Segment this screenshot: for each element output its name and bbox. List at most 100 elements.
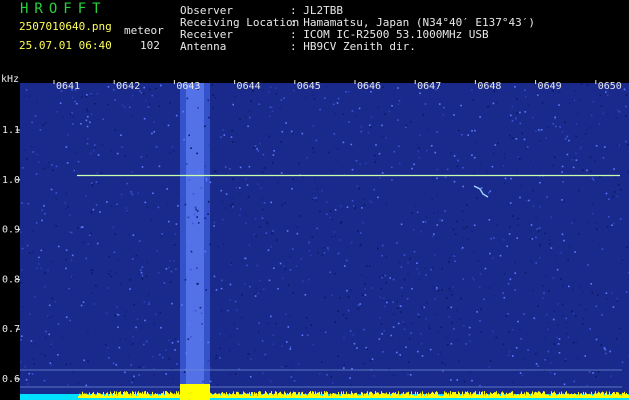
noise-speck	[85, 96, 88, 98]
noise-speck	[163, 282, 166, 284]
noise-speck	[462, 278, 465, 280]
noise-speck	[617, 184, 620, 186]
noise-speck	[578, 99, 581, 102]
noise-speck	[89, 152, 92, 155]
noise-speck	[220, 310, 223, 312]
noise-speck	[90, 182, 93, 184]
noise-speck	[621, 361, 624, 364]
level-bar-tick	[563, 393, 564, 398]
noise-speck	[296, 226, 298, 228]
level-bar-tick	[288, 394, 289, 398]
noise-speck	[205, 179, 208, 182]
noise-speck	[454, 260, 456, 262]
noise-speck	[371, 358, 374, 360]
noise-speck	[625, 94, 628, 96]
level-bar-tick	[252, 392, 253, 398]
noise-speck	[138, 366, 141, 368]
level-bar-tick	[322, 395, 323, 398]
noise-speck	[305, 97, 307, 99]
noise-speck	[463, 227, 465, 229]
noise-speck	[150, 219, 152, 221]
noise-speck	[337, 310, 339, 313]
noise-speck	[57, 323, 60, 325]
noise-speck	[138, 374, 140, 376]
noise-speck	[298, 162, 301, 165]
noise-speck	[360, 274, 363, 276]
noise-speck	[391, 107, 393, 110]
noise-speck	[170, 270, 173, 273]
noise-speck	[155, 87, 157, 90]
level-bar-tick	[376, 392, 377, 398]
noise-speck	[568, 245, 571, 247]
level-bar-tick	[402, 393, 403, 398]
noise-speck	[136, 318, 139, 320]
level-bar-tick	[421, 395, 422, 398]
noise-speck	[556, 336, 558, 339]
noise-speck	[152, 356, 154, 358]
level-bar-tick	[409, 395, 410, 398]
level-bar-burst	[180, 384, 210, 400]
noise-speck	[595, 338, 598, 341]
noise-speck	[525, 200, 528, 202]
noise-speck	[515, 347, 518, 349]
noise-speck	[292, 178, 294, 181]
noise-speck	[319, 210, 321, 213]
noise-speck	[40, 249, 43, 252]
level-bar-tick	[417, 392, 418, 398]
noise-speck	[38, 161, 40, 163]
noise-speck	[496, 223, 498, 226]
noise-speck	[305, 317, 308, 319]
noise-speck	[509, 226, 511, 229]
level-bar-tick	[101, 394, 102, 398]
noise-speck	[35, 267, 38, 270]
level-bar-tick	[218, 393, 219, 398]
noise-speck	[65, 208, 67, 210]
noise-speck	[538, 129, 540, 131]
noise-speck	[625, 140, 627, 143]
noise-speck	[43, 205, 45, 207]
level-bar-tick	[237, 391, 238, 398]
noise-speck	[488, 366, 491, 368]
noise-speck	[439, 219, 441, 221]
noise-speck	[535, 216, 537, 219]
noise-speck	[98, 183, 100, 185]
noise-speck	[149, 88, 151, 91]
noise-speck	[219, 347, 221, 350]
noise-speck	[26, 244, 29, 247]
noise-speck	[374, 154, 376, 157]
noise-speck	[22, 306, 25, 308]
noise-speck	[153, 367, 155, 370]
noise-speck	[171, 302, 173, 305]
noise-speck	[454, 233, 457, 236]
noise-speck	[159, 311, 162, 314]
level-bar-tick	[256, 392, 257, 398]
noise-speck	[519, 372, 522, 374]
noise-speck	[572, 166, 575, 169]
noise-speck	[378, 152, 381, 155]
noise-speck	[215, 289, 218, 291]
y-axis-unit: kHz	[1, 74, 20, 85]
noise-speck	[200, 187, 203, 189]
noise-speck	[375, 144, 377, 146]
noise-speck	[124, 315, 126, 317]
noise-speck	[305, 327, 307, 329]
noise-speck	[116, 152, 119, 155]
noise-speck	[433, 287, 435, 289]
level-bar-tick	[134, 394, 135, 398]
level-bar-tick	[97, 392, 98, 398]
level-bar-tick	[320, 395, 321, 398]
noise-speck	[606, 94, 609, 96]
level-bar-tick	[404, 393, 405, 398]
noise-speck	[385, 136, 387, 139]
noise-speck	[575, 159, 578, 161]
noise-speck	[437, 331, 439, 334]
level-bar-tick	[370, 391, 371, 398]
noise-speck	[488, 192, 490, 194]
noise-speck	[48, 316, 50, 318]
level-bar-tick	[627, 394, 628, 398]
noise-speck	[353, 342, 356, 345]
level-bar-tick	[401, 393, 402, 398]
noise-speck	[253, 293, 256, 295]
noise-speck	[504, 177, 507, 180]
noise-speck	[127, 354, 130, 357]
